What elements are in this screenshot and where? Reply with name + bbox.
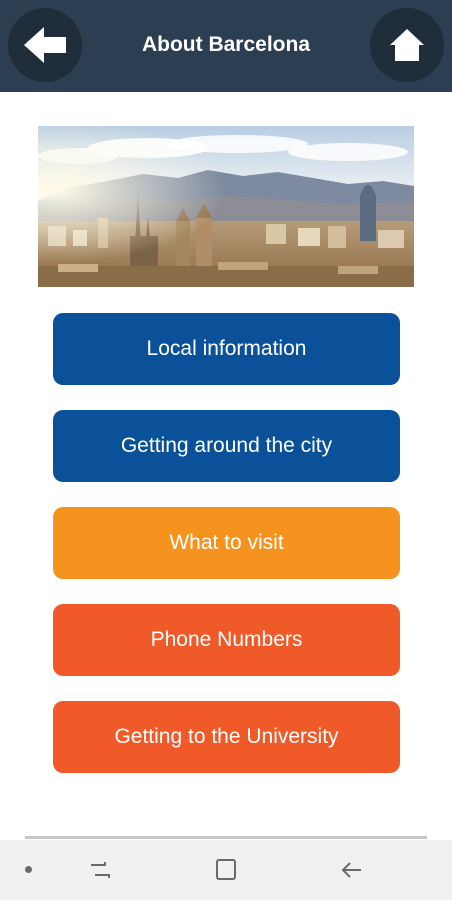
recent-apps-button[interactable] — [85, 855, 115, 885]
system-back-button[interactable] — [337, 855, 367, 885]
phone-numbers-label: Phone Numbers — [150, 628, 303, 651]
recent-apps-icon — [91, 862, 110, 878]
app-header: About Barcelona — [0, 0, 452, 92]
getting-to-university-button[interactable]: Getting to the University — [53, 701, 400, 773]
bottom-divider — [25, 836, 427, 839]
home-square-icon — [216, 859, 236, 880]
barcelona-skyline-photo — [38, 126, 414, 287]
local-information-label: Local information — [146, 337, 307, 360]
phone-numbers-button[interactable]: Phone Numbers — [53, 604, 400, 676]
local-information-button[interactable]: Local information — [53, 313, 400, 385]
getting-around-city-label: Getting around the city — [120, 434, 333, 457]
back-button[interactable] — [8, 8, 82, 82]
system-home-button[interactable] — [211, 855, 241, 885]
what-to-visit-label: What to visit — [169, 531, 284, 554]
home-button[interactable] — [370, 8, 444, 82]
barcelona-skyline-image — [38, 126, 414, 287]
page-title: About Barcelona — [141, 33, 311, 56]
back-arrow-icon — [24, 27, 66, 63]
back-icon — [341, 862, 361, 878]
getting-to-university-label: Getting to the University — [114, 725, 339, 748]
home-icon — [390, 29, 424, 61]
what-to-visit-button[interactable]: What to visit — [53, 507, 400, 579]
nav-indicator-dot — [25, 866, 32, 873]
getting-around-city-button[interactable]: Getting around the city — [53, 410, 400, 482]
